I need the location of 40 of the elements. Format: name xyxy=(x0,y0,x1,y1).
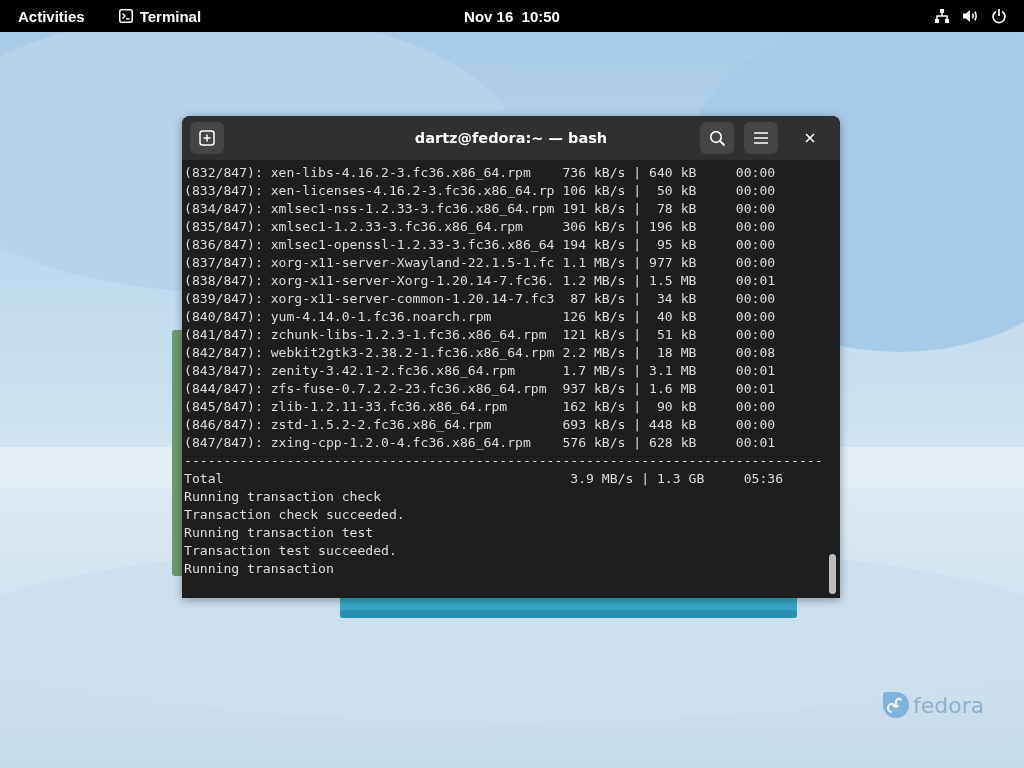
menu-icon xyxy=(753,131,769,145)
window-title: dartz@fedora:~ — bash xyxy=(414,130,608,146)
activities-button[interactable]: Activities xyxy=(10,3,93,29)
add-icon xyxy=(199,130,215,146)
terminal-line: (833/847): xen-licenses-4.16.2-3.fc36.x86_64.rp 106 kB/s | 50 kB 00:00 xyxy=(184,183,776,198)
terminal-icon xyxy=(118,9,133,23)
terminal-line: --------------------------------------------------------------------------------- xyxy=(184,453,823,468)
terminal-line: (842/847): webkit2gtk3-2.38.2-1.fc36.x86_64.rpm 2.2 MB/s | 18 MB 00:08 xyxy=(184,345,776,360)
terminal-line: (840/847): yum-4.14.0-1.fc36.noarch.rpm 126 kB/s | 40 kB 00:00 xyxy=(184,309,776,324)
scrollbar-thumb[interactable] xyxy=(829,554,836,594)
terminal-line: (832/847): xen-libs-4.16.2-3.fc36.x86_64.rpm 736 kB/s | 640 kB 00:00 xyxy=(184,165,776,180)
power-icon[interactable] xyxy=(991,8,1007,24)
volume-icon[interactable] xyxy=(962,8,979,24)
terminal-line: Transaction check succeeded. xyxy=(184,507,405,522)
terminal-line: (846/847): zstd-1.5.2-2.fc36.x86_64.rpm 693 kB/s | 448 kB 00:00 xyxy=(184,417,776,432)
search-icon xyxy=(708,129,726,147)
close-icon xyxy=(805,133,815,143)
terminal-line: (835/847): xmlsec1-1.2.33-3.fc36.x86_64.rpm 306 kB/s | 196 kB 00:00 xyxy=(184,219,776,234)
menu-button[interactable] xyxy=(744,122,778,154)
app-menu[interactable]: Terminal xyxy=(110,3,210,29)
network-icon[interactable] xyxy=(934,8,950,24)
terminal-line: (844/847): zfs-fuse-0.7.2.2-23.fc36.x86_64.rpm 937 kB/s | 1.6 MB 00:01 xyxy=(184,381,776,396)
terminal-line: Running transaction test xyxy=(184,525,374,540)
terminal-line: (834/847): xmlsec1-nss-1.2.33-3.fc36.x86_64.rpm 191 kB/s | 78 kB 00:00 xyxy=(184,201,776,216)
terminal-line: (838/847): xorg-x11-server-Xorg-1.20.14-7.fc36. 1.2 MB/s | 1.5 MB 00:01 xyxy=(184,273,776,288)
terminal-line: Total 3.9 MB/s | 1.3 GB 05:36 xyxy=(184,471,784,486)
terminal-line: Running transaction xyxy=(184,561,334,576)
terminal-line: (847/847): zxing-cpp-1.2.0-4.fc36.x86_64.rpm 576 kB/s | 628 kB 00:01 xyxy=(184,435,776,450)
terminal-line: (836/847): xmlsec1-openssl-1.2.33-3.fc36.x86_64 194 kB/s | 95 kB 00:00 xyxy=(184,237,776,252)
new-tab-button[interactable] xyxy=(190,122,224,154)
terminal-line: (841/847): zchunk-libs-1.2.3-1.fc36.x86_64.rpm 121 kB/s | 51 kB 00:00 xyxy=(184,327,776,342)
terminal-line: (839/847): xorg-x11-server-common-1.20.14-7.fc3 87 kB/s | 34 kB 00:00 xyxy=(184,291,776,306)
terminal-line: (837/847): xorg-x11-server-Xwayland-22.1.5-1.fc 1.1 MB/s | 977 kB 00:00 xyxy=(184,255,776,270)
terminal-line: Running transaction check xyxy=(184,489,382,504)
terminal-line: (845/847): zlib-1.2.11-33.fc36.x86_64.rpm 162 kB/s | 90 kB 00:00 xyxy=(184,399,776,414)
search-button[interactable] xyxy=(700,122,734,154)
terminal-line: (843/847): zenity-3.42.1-2.fc36.x86_64.rpm 1.7 MB/s | 3.1 MB 00:01 xyxy=(184,363,776,378)
clock[interactable]: Nov 16 10:50 xyxy=(464,7,560,25)
logo-text: fedora xyxy=(913,692,985,718)
terminal-line: Transaction test succeeded. xyxy=(184,543,397,558)
